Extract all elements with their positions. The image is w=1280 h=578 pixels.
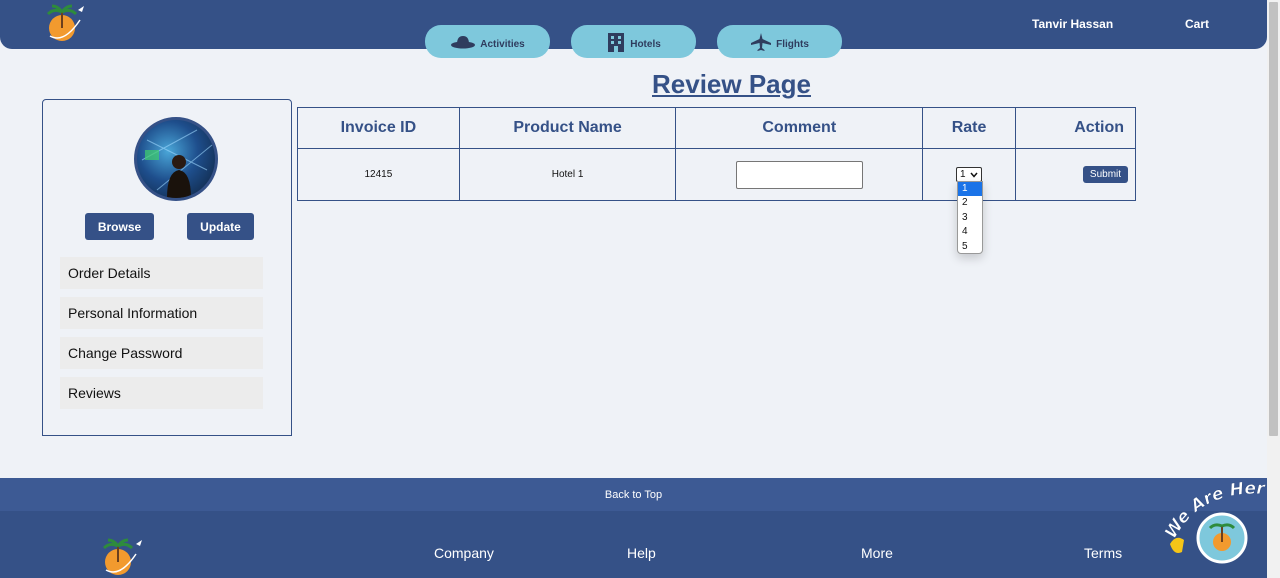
back-to-top-link[interactable]: Back to Top xyxy=(0,478,1267,511)
chevron-down-icon xyxy=(970,172,978,178)
top-header: Activities Hotels Flights Tanvir Hassan … xyxy=(0,0,1267,58)
update-button[interactable]: Update xyxy=(187,213,254,240)
column-header-product-name: Product Name xyxy=(458,107,677,149)
site-footer: Company Help More Terms xyxy=(0,511,1267,578)
invoice-id-cell: 12415 xyxy=(297,148,460,201)
nav-hotels[interactable]: Hotels xyxy=(571,25,696,58)
site-logo[interactable] xyxy=(40,2,88,46)
rate-option-1[interactable]: 1 xyxy=(958,182,982,197)
column-header-action: Action xyxy=(1014,107,1137,149)
column-header-invoice-id: Invoice ID xyxy=(297,107,460,149)
comment-cell xyxy=(675,148,924,201)
footer-link-company[interactable]: Company xyxy=(434,545,494,561)
sidebar-item-reviews[interactable]: Reviews xyxy=(60,377,263,409)
rate-select[interactable]: 1 xyxy=(956,167,983,182)
submit-button[interactable]: Submit xyxy=(1082,166,1129,183)
comment-textarea[interactable] xyxy=(735,160,863,189)
footer-link-terms[interactable]: Terms xyxy=(1084,545,1122,561)
page-title: Review Page xyxy=(652,69,811,99)
profile-sidebar: Browse Update Order Details Personal Inf… xyxy=(42,99,292,436)
we-are-here-chat-badge[interactable]: We Are Here! xyxy=(1160,482,1270,578)
nav-flights-label: Flights xyxy=(776,39,809,50)
nav-activities-label: Activities xyxy=(480,39,525,50)
scrollbar-thumb[interactable] xyxy=(1269,2,1278,436)
browse-button[interactable]: Browse xyxy=(85,213,154,240)
rate-option-4[interactable]: 4 xyxy=(958,225,982,239)
column-header-rate: Rate xyxy=(922,107,1016,149)
rate-option-3[interactable]: 3 xyxy=(958,211,982,225)
sidebar-item-change-password[interactable]: Change Password xyxy=(60,337,263,369)
user-name-link[interactable]: Tanvir Hassan xyxy=(1032,17,1113,31)
product-name-cell: Hotel 1 xyxy=(458,148,677,201)
review-table: Invoice ID Product Name Comment Rate Act… xyxy=(297,107,1137,201)
avatar xyxy=(134,117,218,201)
avatar-image xyxy=(141,129,213,198)
rate-select-value: 1 xyxy=(960,169,966,180)
footer-link-more[interactable]: More xyxy=(861,545,893,561)
nav-flights[interactable]: Flights xyxy=(717,25,842,58)
footer-link-help[interactable]: Help xyxy=(627,545,656,561)
table-row: 12415 Hotel 1 1 Submit xyxy=(297,148,1137,201)
airplane-icon xyxy=(751,32,772,51)
rate-dropdown-list: 1 2 3 4 5 xyxy=(957,181,983,254)
rate-option-2[interactable]: 2 xyxy=(958,196,982,210)
nav-hotels-label: Hotels xyxy=(630,39,661,50)
waving-hand-icon xyxy=(1170,537,1184,553)
building-icon xyxy=(608,32,625,52)
table-header-row: Invoice ID Product Name Comment Rate Act… xyxy=(297,107,1137,149)
action-cell: Submit xyxy=(1014,148,1137,201)
sidebar-item-personal-information[interactable]: Personal Information xyxy=(60,297,263,329)
footer-logo xyxy=(102,538,142,575)
sidebar-item-order-details[interactable]: Order Details xyxy=(60,257,263,289)
rate-option-5[interactable]: 5 xyxy=(958,240,982,254)
nav-activities[interactable]: Activities xyxy=(425,25,550,58)
column-header-comment: Comment xyxy=(675,107,924,149)
cart-link[interactable]: Cart xyxy=(1185,17,1209,31)
hat-icon xyxy=(451,35,476,48)
